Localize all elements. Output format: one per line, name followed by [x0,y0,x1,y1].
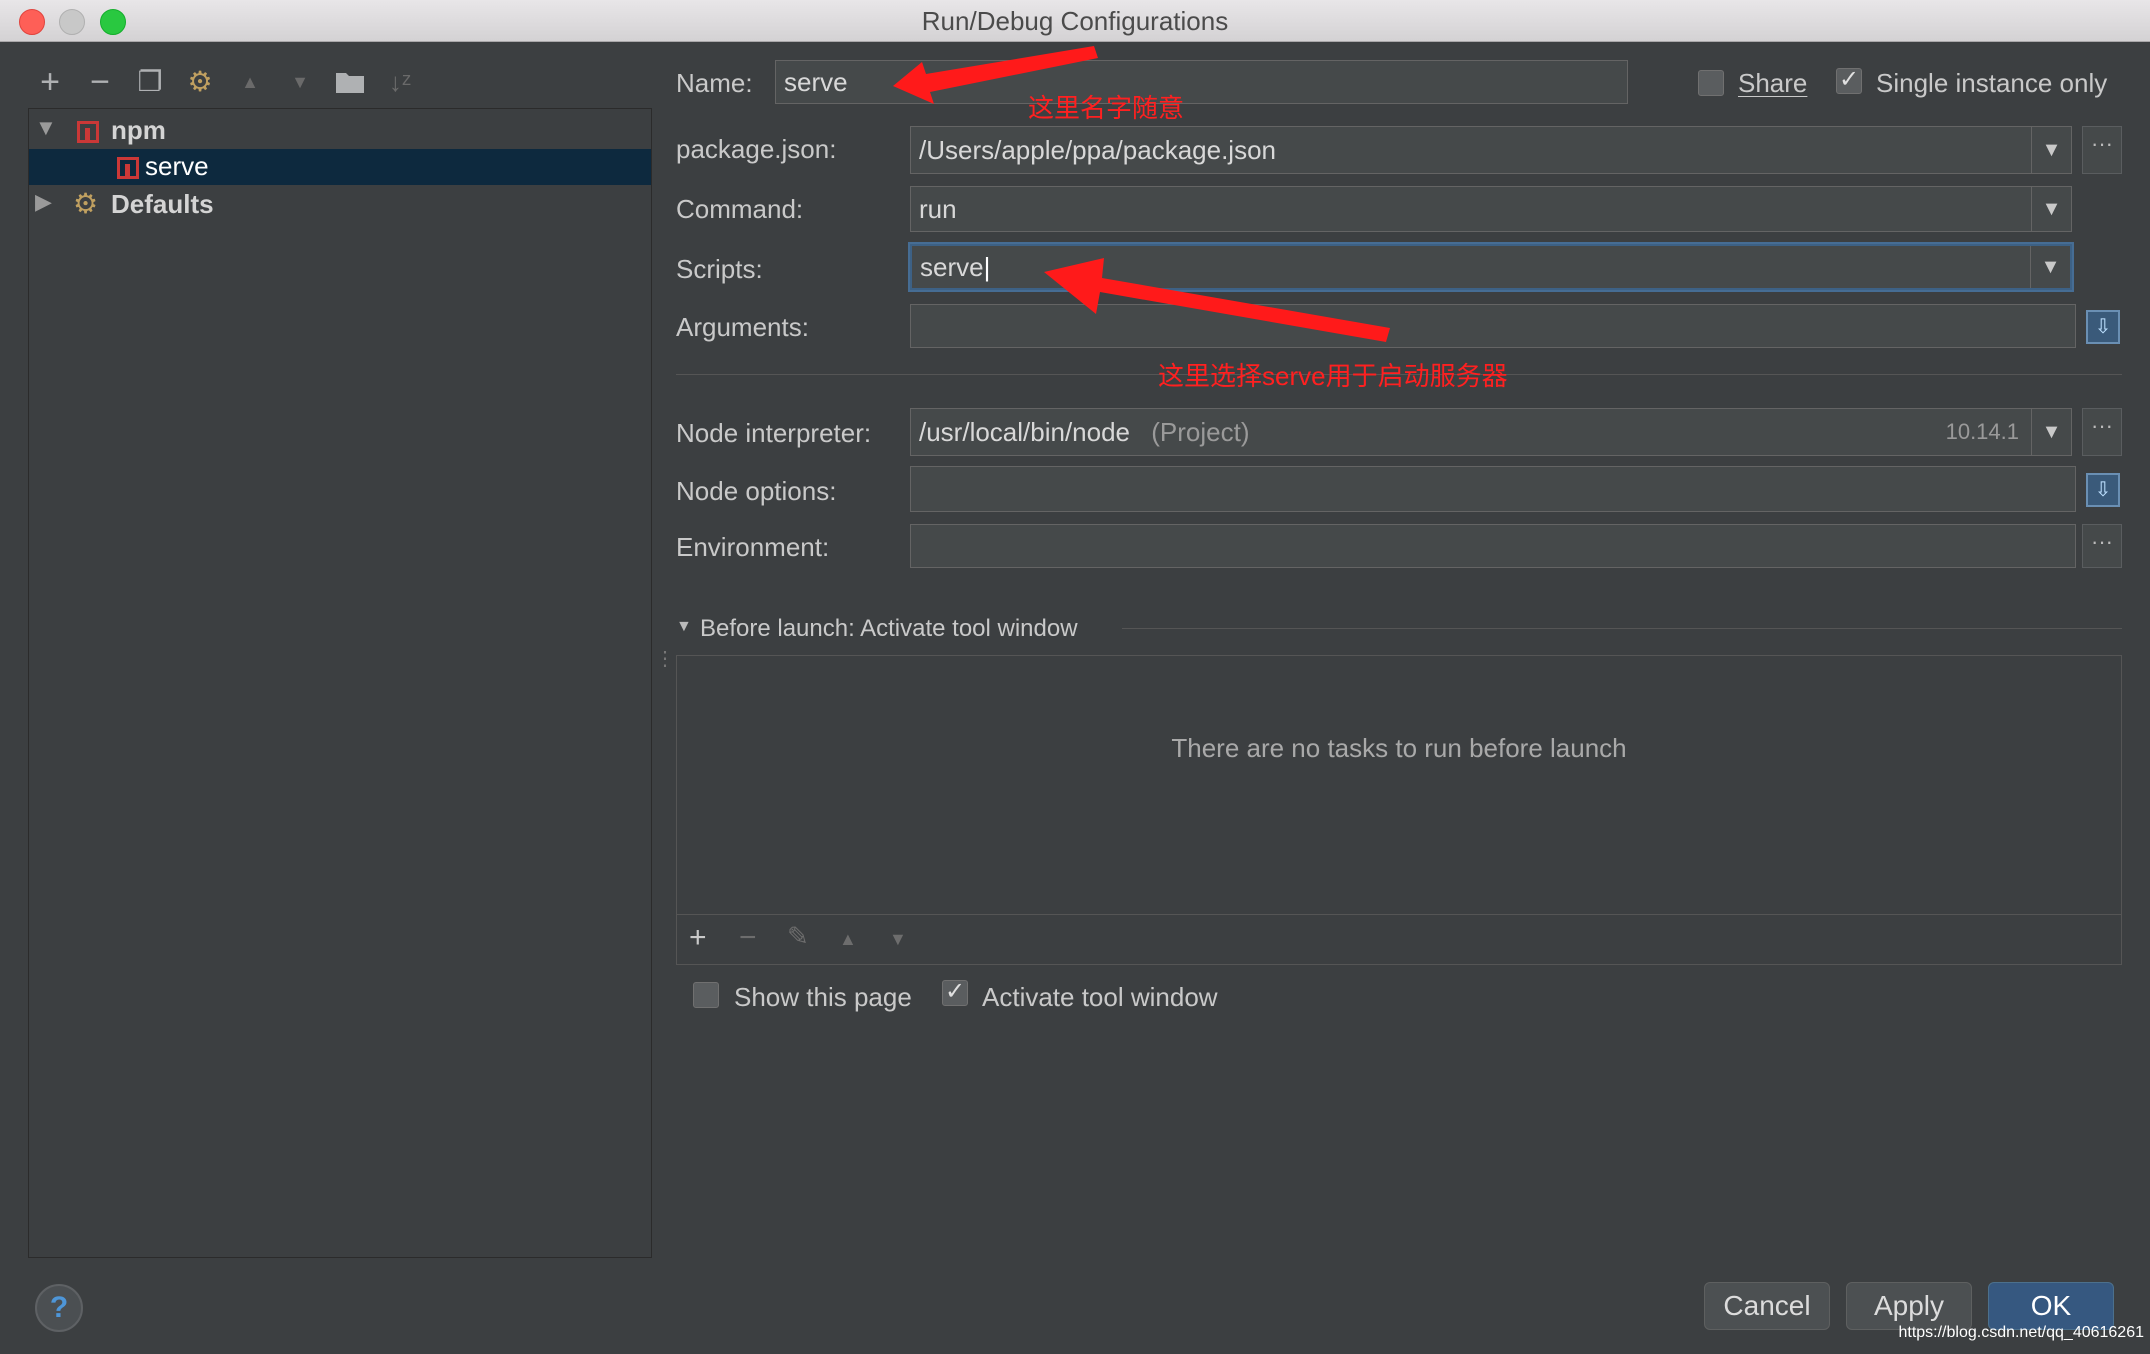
name-arrow [893,46,1098,104]
watermark: https://blog.csdn.net/qq_40616261 [1898,1324,2144,1341]
annotation-arrows [893,46,1390,342]
scripts-arrow [1044,258,1390,342]
